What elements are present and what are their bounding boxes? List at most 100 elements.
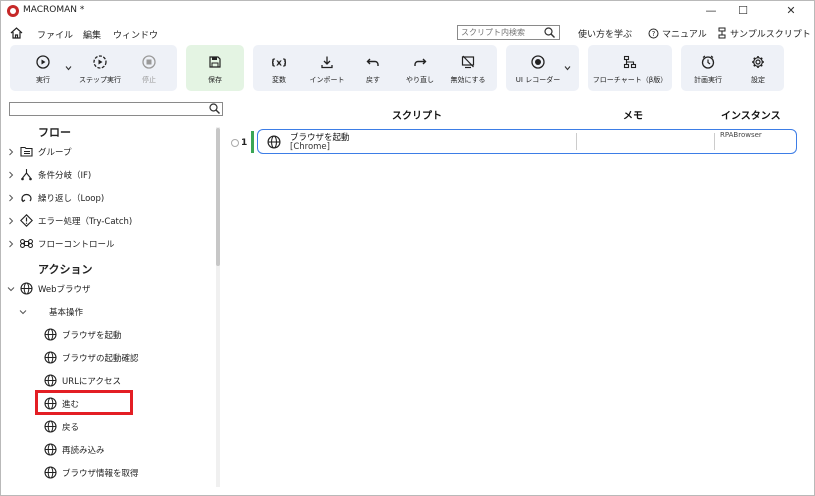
- search-icon[interactable]: [209, 103, 220, 114]
- chevron-right-icon[interactable]: [8, 194, 14, 202]
- tree-item-back[interactable]: 戻る: [1, 417, 215, 437]
- tree-item-label: ブラウザ情報を取得: [62, 469, 139, 479]
- clock-timer-icon: [701, 55, 715, 69]
- undo-button[interactable]: 戻す: [355, 45, 391, 91]
- tree-item-label: URLにアクセス: [62, 377, 121, 387]
- globe-icon: [44, 420, 57, 433]
- column-header-script: スクリプト: [392, 111, 442, 122]
- tree-item-group[interactable]: グループ: [1, 142, 215, 162]
- settings-label: 設定: [751, 76, 765, 84]
- play-circle-icon: [36, 55, 50, 69]
- row-breakpoint-toggle[interactable]: [231, 139, 239, 147]
- schedule-button[interactable]: 計画実行: [685, 45, 731, 91]
- disable-screen-icon: [461, 55, 475, 69]
- download-icon: [321, 56, 333, 69]
- column-header-memo: メモ: [623, 111, 643, 122]
- chevron-down-icon[interactable]: [19, 309, 27, 315]
- disable-label: 無効にする: [450, 76, 486, 84]
- learn-link[interactable]: 使い方を学ぶ: [578, 27, 632, 40]
- toolbar-group-run: 実行 ステップ実行 停止: [10, 45, 177, 91]
- tree-item-launch-browser[interactable]: ブラウザを起動: [1, 325, 215, 345]
- import-button[interactable]: インポート: [303, 45, 351, 91]
- minimize-button[interactable]: —: [696, 1, 726, 21]
- script-scrollbar[interactable]: [803, 98, 812, 488]
- help-circle-icon: ?: [648, 28, 659, 39]
- manual-link[interactable]: ? マニュアル: [648, 27, 707, 40]
- action-section-header: アクション: [38, 263, 93, 276]
- title-bar: MACROMAN * — ☐ ✕: [1, 1, 814, 21]
- home-icon[interactable]: [10, 27, 23, 39]
- variables-label: 変数: [272, 76, 286, 84]
- tree-item-flow-control[interactable]: フローコントロール: [1, 234, 215, 254]
- toolbar-group-system: 計画実行 設定: [681, 45, 784, 91]
- script-search-input[interactable]: [458, 26, 538, 39]
- tree-item-label: フローコントロール: [38, 240, 115, 250]
- tree-item-check-browser[interactable]: ブラウザの起動確認: [1, 348, 215, 368]
- step-run-button[interactable]: ステップ実行: [74, 45, 126, 91]
- toolbar-group-save: 保存: [186, 45, 244, 91]
- stop-button[interactable]: 停止: [128, 45, 170, 91]
- tree-item-reload[interactable]: 再読み込み: [1, 440, 215, 460]
- sample-script-label: サンプルスクリプト: [730, 30, 811, 40]
- row-active-marker: [251, 131, 254, 153]
- menu-file[interactable]: ファイル: [37, 28, 73, 41]
- save-disk-icon: [209, 56, 221, 68]
- globe-icon: [20, 282, 33, 295]
- run-dropdown-chevron-icon[interactable]: [65, 65, 72, 71]
- command-icon: [20, 239, 33, 248]
- app-window: MACROMAN * — ☐ ✕ ファイル 編集 ウィンドウ 使い方を学ぶ ? マ…: [0, 0, 815, 496]
- tree-item-if[interactable]: 条件分岐（IF): [1, 165, 215, 185]
- tree-item-try-catch[interactable]: エラー処理（Try-Catch): [1, 211, 215, 231]
- run-button[interactable]: 実行: [20, 45, 66, 91]
- tree-item-label: Webブラウザ: [38, 285, 91, 295]
- tree-item-browser-info[interactable]: ブラウザ情報を取得: [1, 463, 215, 483]
- redo-button[interactable]: やり直し: [399, 45, 441, 91]
- sample-script-link[interactable]: サンプルスクリプト: [717, 27, 811, 40]
- globe-icon: [44, 374, 57, 387]
- ui-recorder-button[interactable]: UI レコーダー: [510, 45, 566, 91]
- chevron-right-icon[interactable]: [8, 148, 14, 156]
- chevron-right-icon[interactable]: [8, 217, 14, 225]
- tree-item-label: グループ: [38, 148, 72, 158]
- script-row[interactable]: ブラウザを起動 [Chrome] RPABrowser: [257, 129, 797, 154]
- variables-button[interactable]: {x} 変数: [259, 45, 299, 91]
- flowchart-label: フローチャート（β版）: [592, 76, 668, 84]
- tree-item-access-url[interactable]: URLにアクセス: [1, 371, 215, 391]
- chevron-right-icon[interactable]: [8, 240, 14, 248]
- globe-icon: [267, 135, 281, 149]
- chevron-right-icon[interactable]: [8, 171, 14, 179]
- column-divider: [714, 133, 715, 150]
- disable-button[interactable]: 無効にする: [445, 45, 491, 91]
- tree-item-web-browser[interactable]: Webブラウザ: [1, 279, 215, 299]
- menu-bar: ファイル 編集 ウィンドウ 使い方を学ぶ ? マニュアル サンプルスクリプト: [1, 23, 814, 43]
- toolbar: 実行 ステップ実行 停止 保存 {x} 変数: [1, 45, 814, 91]
- tree-scrollbar-thumb[interactable]: [216, 128, 220, 266]
- tree-item-label: 戻る: [62, 423, 80, 433]
- record-icon: [531, 55, 545, 69]
- globe-icon: [44, 443, 57, 456]
- tree-item-basic-ops[interactable]: 基本操作: [1, 302, 215, 322]
- manual-label: マニュアル: [662, 30, 707, 40]
- app-logo-icon: [7, 5, 19, 17]
- gear-icon: [752, 56, 764, 68]
- highlight-annotation-box: [35, 390, 133, 415]
- close-button[interactable]: ✕: [776, 1, 806, 21]
- column-header-instance: インスタンス: [721, 111, 781, 122]
- maximize-button[interactable]: ☐: [728, 1, 758, 21]
- chevron-down-icon[interactable]: [7, 286, 15, 292]
- tree-item-label: ブラウザを起動: [62, 331, 122, 341]
- recorder-dropdown-chevron-icon[interactable]: [564, 65, 571, 71]
- tree-item-label: 再読み込み: [62, 446, 105, 456]
- flow-section-header: フロー: [38, 126, 71, 139]
- loop-icon: [21, 193, 32, 203]
- redo-icon: [414, 58, 427, 66]
- tree-item-loop[interactable]: 繰り返し（Loop): [1, 188, 215, 208]
- search-icon[interactable]: [544, 27, 555, 38]
- menu-window[interactable]: ウィンドウ: [113, 28, 158, 41]
- action-search-input[interactable]: [10, 103, 200, 115]
- flowchart-button[interactable]: フローチャート（β版）: [588, 45, 672, 91]
- settings-button[interactable]: 設定: [735, 45, 781, 91]
- menu-edit[interactable]: 編集: [83, 28, 101, 41]
- script-row-param: [Chrome]: [290, 142, 330, 152]
- save-button[interactable]: 保存: [186, 45, 244, 91]
